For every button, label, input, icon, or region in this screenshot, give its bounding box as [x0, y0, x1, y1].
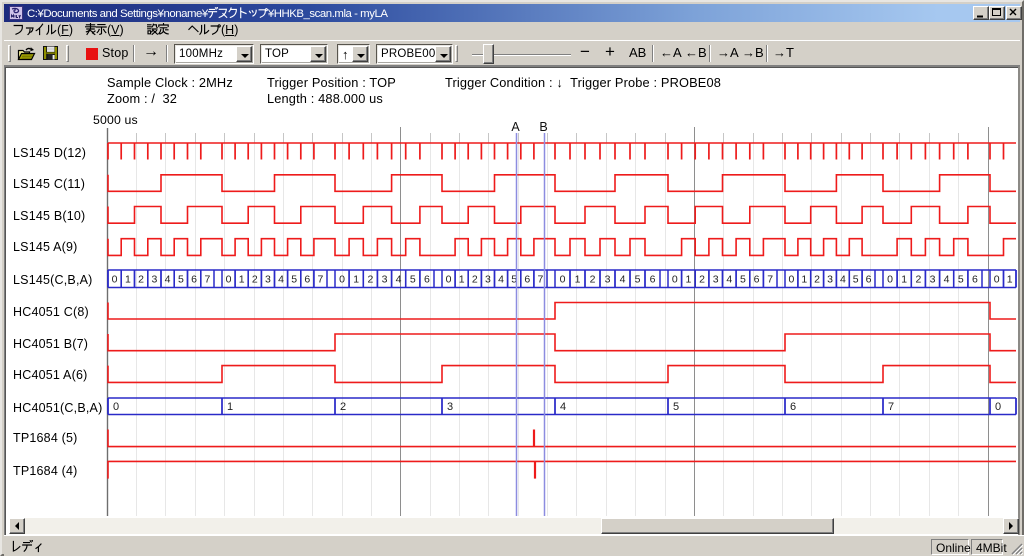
svg-text:0: 0	[560, 274, 566, 286]
svg-text:3: 3	[827, 274, 833, 286]
svg-text:0: 0	[788, 274, 794, 286]
svg-text:6: 6	[866, 274, 872, 286]
svg-text:2: 2	[915, 274, 921, 286]
svg-text:4: 4	[165, 274, 171, 286]
svg-text:1: 1	[459, 274, 465, 286]
svg-text:3: 3	[485, 274, 491, 286]
svg-text:0: 0	[446, 274, 452, 286]
svg-text:1: 1	[125, 274, 131, 286]
svg-text:0: 0	[887, 274, 893, 286]
svg-text:4: 4	[396, 274, 402, 286]
svg-text:2: 2	[138, 274, 144, 286]
svg-text:7: 7	[767, 274, 773, 286]
svg-text:2: 2	[814, 274, 820, 286]
svg-text:5: 5	[740, 274, 746, 286]
svg-text:5: 5	[958, 274, 964, 286]
svg-text:1: 1	[801, 274, 807, 286]
svg-text:5: 5	[673, 401, 679, 413]
svg-text:7: 7	[317, 274, 323, 286]
svg-text:2: 2	[699, 274, 705, 286]
svg-text:1: 1	[901, 274, 907, 286]
svg-text:2: 2	[590, 274, 596, 286]
svg-text:0: 0	[226, 274, 232, 286]
svg-text:0: 0	[112, 274, 118, 286]
svg-text:B: B	[539, 120, 547, 134]
svg-text:1: 1	[353, 274, 359, 286]
svg-text:6: 6	[790, 401, 796, 413]
svg-text:5: 5	[178, 274, 184, 286]
svg-text:A: A	[511, 120, 520, 134]
svg-text:1: 1	[685, 274, 691, 286]
svg-text:5: 5	[291, 274, 297, 286]
svg-text:0: 0	[339, 274, 345, 286]
svg-text:6: 6	[304, 274, 310, 286]
svg-text:4: 4	[620, 274, 626, 286]
svg-text:3: 3	[151, 274, 157, 286]
svg-text:7: 7	[537, 274, 543, 286]
svg-text:1: 1	[227, 401, 233, 413]
svg-text:2: 2	[252, 274, 258, 286]
svg-text:0: 0	[113, 401, 119, 413]
svg-text:6: 6	[524, 274, 530, 286]
svg-text:4: 4	[840, 274, 846, 286]
svg-text:4: 4	[498, 274, 504, 286]
svg-text:6: 6	[754, 274, 760, 286]
svg-text:6: 6	[424, 274, 430, 286]
svg-text:5: 5	[410, 274, 416, 286]
svg-text:0: 0	[672, 274, 678, 286]
svg-text:6: 6	[650, 274, 656, 286]
svg-text:7: 7	[888, 401, 894, 413]
svg-text:3: 3	[605, 274, 611, 286]
svg-text:4: 4	[726, 274, 732, 286]
svg-text:0: 0	[995, 401, 1001, 413]
svg-text:1: 1	[239, 274, 245, 286]
svg-text:3: 3	[930, 274, 936, 286]
svg-text:0: 0	[994, 274, 1000, 286]
svg-text:2: 2	[367, 274, 373, 286]
svg-text:2: 2	[472, 274, 478, 286]
svg-text:7: 7	[204, 274, 210, 286]
svg-text:3: 3	[382, 274, 388, 286]
svg-text:4: 4	[560, 401, 566, 413]
svg-text:6: 6	[972, 274, 978, 286]
svg-text:3: 3	[447, 401, 453, 413]
svg-text:4: 4	[944, 274, 950, 286]
svg-text:3: 3	[713, 274, 719, 286]
svg-text:4: 4	[278, 274, 284, 286]
svg-text:1: 1	[575, 274, 581, 286]
svg-text:1: 1	[1007, 274, 1013, 286]
svg-text:3: 3	[265, 274, 271, 286]
svg-text:5: 5	[853, 274, 859, 286]
svg-text:5: 5	[635, 274, 641, 286]
svg-text:6: 6	[191, 274, 197, 286]
svg-text:2: 2	[340, 401, 346, 413]
